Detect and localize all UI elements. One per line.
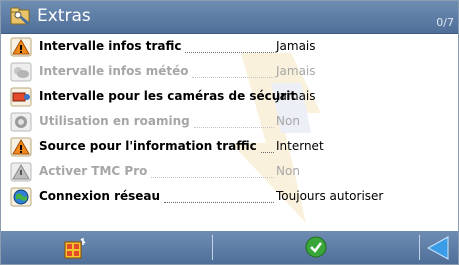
- extras-folder-icon: [10, 7, 30, 25]
- dot-leader: [164, 192, 274, 203]
- setting-value: Non: [276, 164, 300, 178]
- network-globe-icon: [10, 187, 32, 207]
- speed-camera-icon: [10, 87, 32, 107]
- dot-leader: [192, 67, 274, 78]
- setting-value: Non: [276, 114, 300, 128]
- setting-value: Jamais: [276, 89, 316, 103]
- settings-row[interactable]: Connexion réseau Toujours autoriser: [1, 184, 458, 210]
- setting-label: Connexion réseau: [39, 189, 161, 203]
- setting-value: Internet: [276, 139, 324, 153]
- setting-label: Intervalle infos trafic: [39, 39, 182, 53]
- confirm-button[interactable]: [213, 231, 365, 264]
- page-title: Extras: [37, 6, 91, 26]
- settings-row[interactable]: Intervalle infos trafic Jamais: [1, 34, 458, 60]
- confirm-check-icon: [305, 236, 327, 258]
- setting-value: Jamais: [276, 64, 316, 78]
- setting-label: Activer TMC Pro: [39, 164, 148, 178]
- setting-label: Utilisation en roaming: [39, 114, 190, 128]
- setting-value: Toujours autoriser: [276, 189, 384, 203]
- title-bar: Extras 0/7: [1, 1, 458, 34]
- setting-value: Jamais: [276, 39, 316, 53]
- item-counter: 0/7: [436, 16, 454, 29]
- traffic-warning-icon: [10, 137, 32, 157]
- menu-button[interactable]: [1, 231, 153, 264]
- dot-leader: [151, 167, 274, 178]
- weather-icon: [10, 62, 32, 82]
- tmc-warning-icon: [10, 162, 32, 182]
- dot-leader: [194, 117, 274, 128]
- roaming-icon: [10, 112, 32, 132]
- settings-row: Utilisation en roaming Non: [1, 109, 458, 135]
- setting-label: Intervalle pour les caméras de sécurit: [39, 89, 297, 103]
- menu-grid-icon: [64, 238, 86, 259]
- setting-label: Intervalle infos météo: [39, 64, 189, 78]
- setting-label: Source pour l'information traffic: [39, 139, 257, 153]
- bottom-toolbar: [1, 231, 458, 264]
- traffic-warning-icon: [10, 37, 32, 57]
- back-button[interactable]: [420, 231, 458, 264]
- dot-leader: [185, 42, 274, 53]
- back-arrow-icon: [426, 236, 449, 260]
- settings-row: Intervalle infos météo Jamais: [1, 59, 458, 85]
- settings-row[interactable]: Intervalle pour les caméras de sécurit Ja…: [1, 84, 458, 110]
- app-window: Extras 0/7 Intervalle infos trafic Jamais…: [0, 0, 459, 265]
- settings-row[interactable]: Source pour l'information traffic Interne…: [1, 134, 458, 160]
- dot-leader: [261, 142, 274, 153]
- settings-row: Activer TMC Pro Non: [1, 159, 458, 185]
